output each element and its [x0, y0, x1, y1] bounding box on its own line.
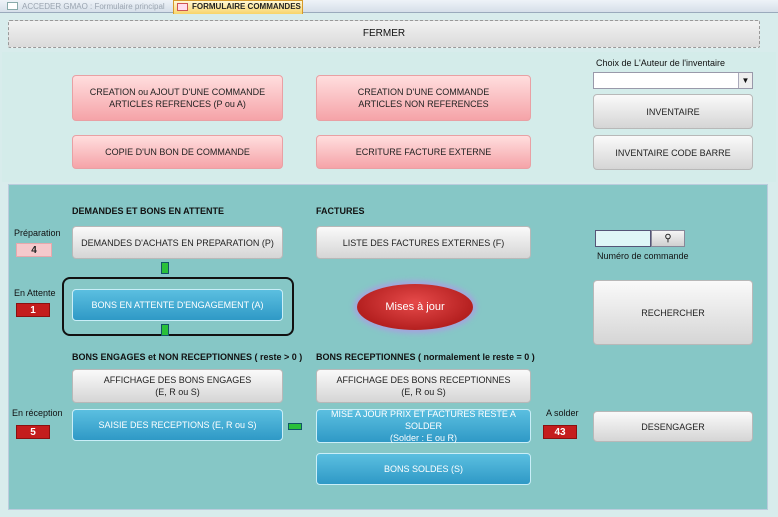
copy-order-button[interactable]: COPIE D'UN BON DE COMMANDE: [72, 135, 283, 169]
updates-button[interactable]: Mises à jour: [357, 284, 473, 330]
to-settle-label: A solder: [546, 408, 579, 418]
binoculars-icon[interactable]: ⚲: [651, 230, 685, 247]
waiting-count: 1: [16, 303, 50, 317]
create-nonreferenced-order-button[interactable]: CREATION D'UNE COMMANDE ARTICLES NON REF…: [316, 75, 531, 121]
close-button[interactable]: FERMER: [8, 20, 760, 48]
disengage-button[interactable]: DESENGAGER: [593, 411, 753, 442]
external-invoices-list-button[interactable]: LISTE DES FACTURES EXTERNES (F): [316, 226, 531, 259]
waiting-label: En Attente: [14, 288, 56, 298]
reception-entry-button[interactable]: SAISIE DES RECEPTIONS (E, R ou S): [72, 409, 283, 441]
arrow-down-icon: [161, 324, 169, 336]
external-invoice-entry-button[interactable]: ECRITURE FACTURE EXTERNE: [316, 135, 531, 169]
reception-label: En réception: [12, 408, 63, 418]
settled-orders-button[interactable]: BONS SOLDES (S): [316, 453, 531, 485]
section-pending-title: DEMANDES ET BONS EN ATTENTE: [72, 206, 225, 216]
section-engaged-title: BONS ENGAGES et NON RECEPTIONNES ( reste…: [72, 352, 303, 362]
tab-main-form[interactable]: ACCEDER GMAO : Formulaire principal: [4, 0, 172, 13]
to-settle-count: 43: [543, 425, 577, 439]
inventory-author-select[interactable]: ▼: [593, 72, 753, 89]
order-number-label: Numéro de commande: [597, 251, 689, 261]
reception-count: 5: [16, 425, 50, 439]
arrow-down-icon: [161, 262, 169, 274]
arrow-right-icon: [288, 423, 302, 430]
purchase-requests-button[interactable]: DEMANDES D'ACHATS EN PREPARATION (P): [72, 226, 283, 259]
inventory-author-label: Choix de L'Auteur de l'inventaire: [596, 58, 726, 68]
chevron-down-icon[interactable]: ▼: [738, 73, 752, 88]
preparation-count: 4: [16, 243, 52, 257]
order-number-input[interactable]: [595, 230, 651, 247]
awaiting-engagement-button[interactable]: BONS EN ATTENTE D'ENGAGEMENT (A): [72, 289, 283, 321]
section-received-title: BONS RECEPTIONNES ( normalement le reste…: [316, 352, 535, 362]
show-engaged-orders-button[interactable]: AFFICHAGE DES BONS ENGAGES (E, R ou S): [72, 369, 283, 403]
create-referenced-order-button[interactable]: CREATION ou AJOUT D'UNE COMMANDE ARTICLE…: [72, 75, 283, 121]
form-icon: [7, 2, 18, 10]
tab-main-form-label: ACCEDER GMAO : Formulaire principal: [22, 2, 165, 11]
tab-orders-form-label: FORMULAIRE COMMANDES: [192, 2, 301, 11]
section-invoices-title: FACTURES: [316, 206, 365, 216]
preparation-label: Préparation: [14, 228, 61, 238]
inventory-button[interactable]: INVENTAIRE: [593, 94, 753, 129]
tab-orders-form[interactable]: FORMULAIRE COMMANDES: [173, 0, 303, 14]
inventory-barcode-button[interactable]: INVENTAIRE CODE BARRE: [593, 135, 753, 170]
form-icon: [177, 3, 188, 11]
update-prices-invoices-button[interactable]: MISE A JOUR PRIX ET FACTURES RESTE A SOL…: [316, 409, 531, 443]
search-button[interactable]: RECHERCHER: [593, 280, 753, 345]
show-received-orders-button[interactable]: AFFICHAGE DES BONS RECEPTIONNES (E, R ou…: [316, 369, 531, 403]
